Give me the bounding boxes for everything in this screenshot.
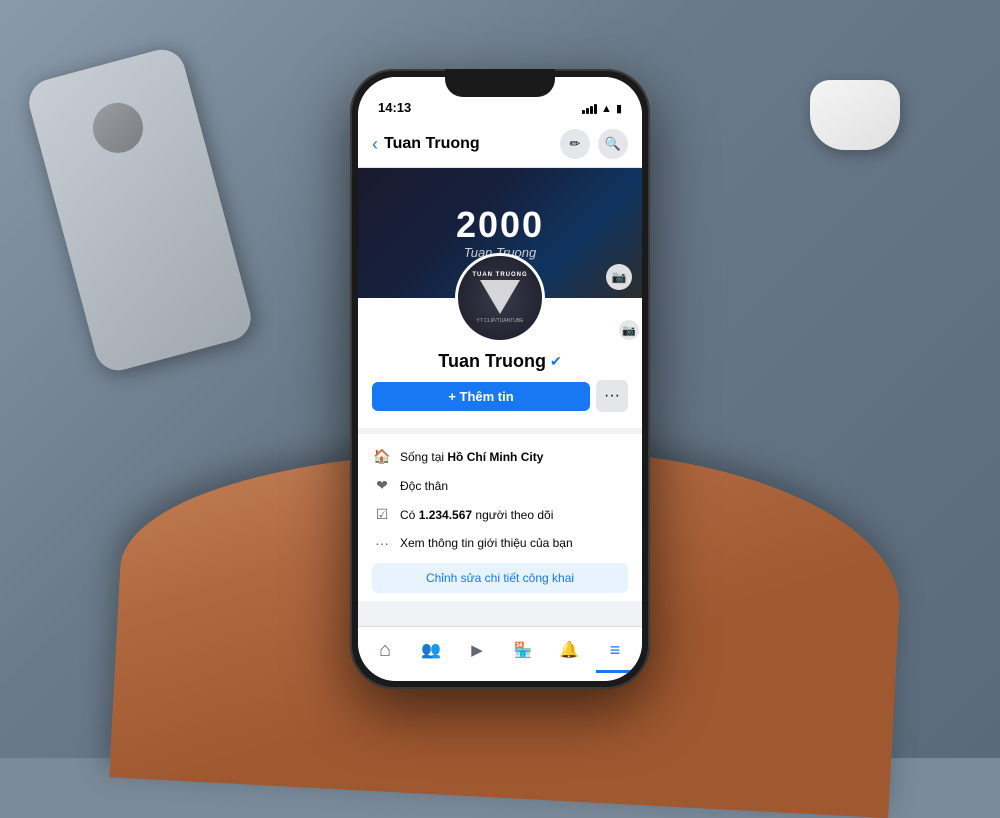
verified-badge: ✔	[550, 353, 562, 370]
more-icon: ···	[604, 387, 620, 405]
home-icon: 🏠	[372, 448, 392, 465]
info-city-text: Sống tại Hồ Chí Minh City	[400, 450, 543, 464]
avatar-container: TUAN TRUONG YT CLIP/TUANTUBE 📷	[358, 253, 642, 343]
header-right: ✏ 🔍	[560, 129, 628, 159]
add-info-button[interactable]: + Thêm tin	[372, 382, 590, 411]
info-status-text: Độc thân	[400, 479, 448, 493]
check-icon: ☑	[372, 506, 392, 523]
bottom-nav: ⌂ 👥 ▶ 🏪 🔔 ≡	[358, 626, 642, 681]
nav-notifications[interactable]: 🔔	[550, 635, 588, 665]
friends-nav-icon: 👥	[421, 640, 441, 660]
info-followers-text: Có 1.234.567 người theo dõi	[400, 508, 553, 522]
edit-button[interactable]: ✏	[560, 129, 590, 159]
home-nav-icon: ⌂	[379, 639, 391, 662]
battery-icon: ▮	[616, 102, 622, 115]
edit-public-button[interactable]: Chỉnh sửa chi tiết công khai	[372, 563, 628, 593]
screen: 14:13 ▲ ▮ ‹	[358, 77, 642, 681]
header-left: ‹ Tuan Truong	[372, 134, 480, 155]
nav-menu[interactable]: ≡	[596, 635, 634, 665]
nav-home[interactable]: ⌂	[366, 635, 404, 665]
info-item-followers: ☑ Có 1.234.567 người theo dõi	[372, 500, 628, 529]
menu-nav-icon: ≡	[610, 640, 621, 661]
info-item-more: ··· Xem thông tin giới thiệu của bạn	[372, 529, 628, 557]
avatar-inner: TUAN TRUONG YT CLIP/TUANTUBE	[458, 256, 542, 340]
avatar-text-bottom: YT CLIP/TUANTUBE	[476, 318, 523, 324]
status-time: 14:13	[378, 100, 411, 115]
iphone: 14:13 ▲ ▮ ‹	[350, 69, 650, 689]
wifi-icon: ▲	[601, 103, 612, 115]
bell-nav-icon: 🔔	[559, 640, 579, 660]
profile-section: TUAN TRUONG YT CLIP/TUANTUBE 📷 Tuan Truo…	[358, 253, 642, 428]
more-options-button[interactable]: ···	[596, 380, 628, 412]
airpods-case	[810, 80, 900, 150]
info-item-city: 🏠 Sống tại Hồ Chí Minh City	[372, 442, 628, 471]
heart-icon: ❤	[372, 477, 392, 494]
avatar-text-top: TUAN TRUONG	[472, 272, 527, 278]
profile-scroll[interactable]: 2000 Tuan Truong 📷 TUAN TRUONG	[358, 168, 642, 626]
profile-name-row: Tuan Truong ✔	[358, 351, 642, 372]
scene: 14:13 ▲ ▮ ‹	[0, 0, 1000, 758]
profile-name: Tuan Truong	[438, 351, 546, 372]
notch	[445, 69, 555, 97]
header-title: Tuan Truong	[384, 135, 480, 153]
video-nav-icon: ▶	[471, 641, 483, 659]
status-icons: ▲ ▮	[582, 102, 622, 115]
info-more-text: Xem thông tin giới thiệu của bạn	[400, 536, 573, 550]
search-button[interactable]: 🔍	[598, 129, 628, 159]
avatar: TUAN TRUONG YT CLIP/TUANTUBE	[455, 253, 545, 343]
avatar-camera-icon: 📷	[622, 324, 636, 337]
action-buttons: + Thêm tin ···	[358, 372, 642, 420]
nav-marketplace[interactable]: 🏪	[504, 635, 542, 665]
search-icon: 🔍	[605, 136, 621, 152]
signal-icon	[582, 104, 597, 114]
avatar-camera-button[interactable]: 📷	[618, 319, 640, 341]
fb-header: ‹ Tuan Truong ✏ 🔍	[358, 121, 642, 168]
marketplace-nav-icon: 🏪	[514, 641, 533, 659]
edit-icon: ✏	[570, 136, 581, 152]
nav-video[interactable]: ▶	[458, 635, 496, 665]
cover-content: 2000 Tuan Truong	[456, 207, 544, 260]
triangle-logo	[480, 280, 520, 314]
background-phone	[24, 44, 256, 375]
nav-friends[interactable]: 👥	[412, 635, 450, 665]
ellipsis-icon: ···	[372, 535, 392, 551]
cover-title: 2000	[456, 207, 544, 243]
info-section: 🏠 Sống tại Hồ Chí Minh City ❤ Độc thân ☑…	[358, 434, 642, 601]
back-button[interactable]: ‹	[372, 134, 378, 155]
info-item-status: ❤ Độc thân	[372, 471, 628, 500]
